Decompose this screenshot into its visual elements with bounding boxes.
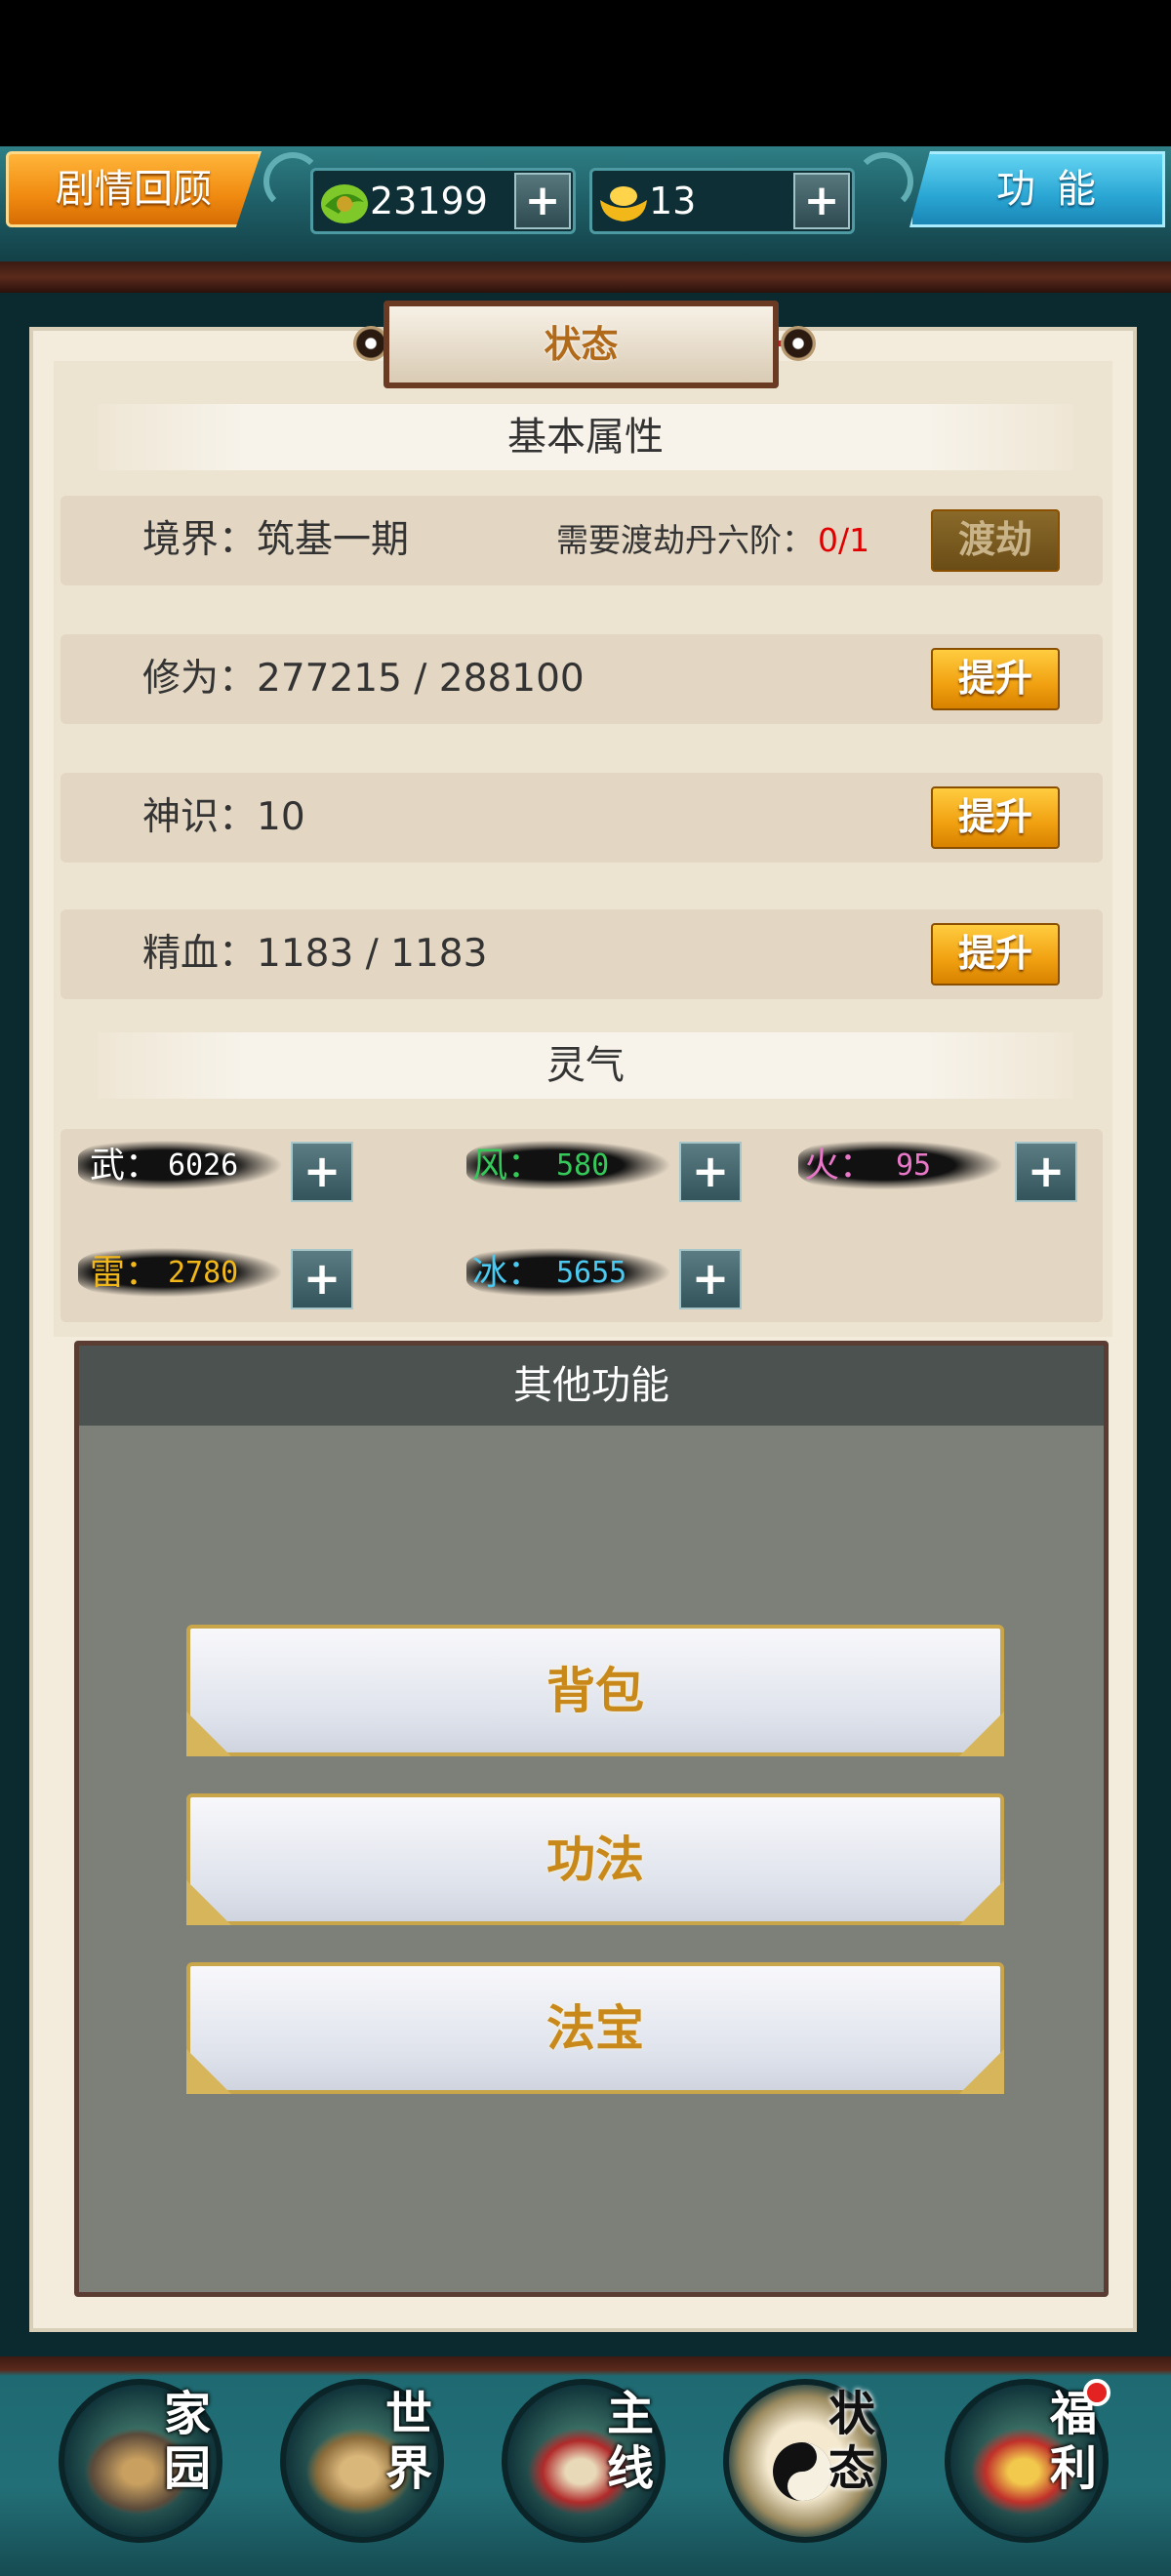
element-name: 雷： xyxy=(90,1253,161,1293)
essence-blood-label: 精血：1183 / 1183 xyxy=(142,932,488,976)
tribulation-button[interactable]: 渡劫 xyxy=(931,509,1060,572)
requirement-text: 需要渡劫丹六阶： xyxy=(556,521,814,559)
nav-welfare-label: 福利 xyxy=(1050,2387,1098,2496)
element-value: 2780 xyxy=(168,1256,239,1290)
nav-mainline-label: 主线 xyxy=(607,2387,655,2496)
ornament-right-icon xyxy=(855,152,913,211)
treasure-button-label: 法宝 xyxy=(546,2000,644,2057)
divine-sense-row: 神识：10 提升 xyxy=(61,773,1103,863)
backpack-button-label: 背包 xyxy=(546,1663,644,1719)
jade-currency: 23199 + xyxy=(310,168,576,234)
cultivation-row: 修为：277215 / 288100 提升 xyxy=(61,634,1103,724)
story-review-button[interactable]: 剧情回顾 xyxy=(6,151,262,227)
nav-home[interactable]: 家园 xyxy=(49,2373,244,2568)
skills-button[interactable]: 功法 xyxy=(186,1793,1004,1925)
element-name: 风： xyxy=(472,1146,544,1186)
add-martial-button[interactable]: + xyxy=(291,1142,353,1202)
add-gold-button[interactable]: + xyxy=(793,173,850,229)
element-value: 580 xyxy=(556,1148,610,1183)
scroll-knob-right-icon xyxy=(781,326,816,361)
basic-attributes-header: 基本属性 xyxy=(98,404,1073,470)
add-jade-button[interactable]: + xyxy=(514,173,571,229)
nav-status-label: 状态 xyxy=(828,2387,876,2496)
spirit-energy-header: 灵气 xyxy=(98,1032,1073,1099)
divine-sense-upgrade-button[interactable]: 提升 xyxy=(931,786,1060,849)
element-value: 5655 xyxy=(556,1256,627,1290)
notification-dot-icon xyxy=(1083,2379,1110,2406)
panel-title: 状态 xyxy=(384,301,779,388)
jade-amount: 23199 xyxy=(370,180,488,222)
essence-blood-row: 精血：1183 / 1183 提升 xyxy=(61,909,1103,999)
treasure-button[interactable]: 法宝 xyxy=(186,1962,1004,2094)
nav-world-label: 世界 xyxy=(385,2387,433,2496)
top-bar-border xyxy=(0,262,1171,293)
element-name: 冰： xyxy=(472,1253,544,1293)
tribulation-requirement: 需要渡劫丹六阶： 0/1 xyxy=(556,496,869,585)
panel-title-text: 状态 xyxy=(544,323,619,366)
cultivation-label: 修为：277215 / 288100 xyxy=(142,657,585,701)
element-name: 火： xyxy=(804,1146,875,1186)
skills-button-label: 功法 xyxy=(546,1831,644,1888)
function-button[interactable]: 功能 xyxy=(909,151,1165,227)
element-value: 95 xyxy=(896,1148,932,1183)
add-ice-button[interactable]: + xyxy=(679,1249,742,1309)
element-value: 6026 xyxy=(168,1148,239,1183)
backpack-button[interactable]: 背包 xyxy=(186,1625,1004,1756)
add-fire-button[interactable]: + xyxy=(1015,1142,1077,1202)
add-thunder-button[interactable]: + xyxy=(291,1249,353,1309)
essence-blood-upgrade-button[interactable]: 提升 xyxy=(931,923,1060,986)
cultivation-upgrade-button[interactable]: 提升 xyxy=(931,648,1060,710)
realm-row: 境界：筑基一期 需要渡劫丹六阶： 0/1 渡劫 xyxy=(61,496,1103,585)
element-name: 武： xyxy=(90,1146,161,1186)
add-wind-button[interactable]: + xyxy=(679,1142,742,1202)
nav-mainline[interactable]: 主线 xyxy=(492,2373,687,2568)
other-functions-header: 其他功能 xyxy=(79,1346,1104,1426)
gold-currency: 13 + xyxy=(589,168,855,234)
nav-status[interactable]: 状态 xyxy=(713,2373,909,2568)
jade-coin-icon xyxy=(321,184,368,223)
gold-amount: 13 xyxy=(649,180,697,222)
nav-world[interactable]: 世界 xyxy=(270,2373,465,2568)
nav-home-label: 家园 xyxy=(164,2387,212,2496)
divine-sense-label: 神识：10 xyxy=(142,795,305,839)
requirement-value: 0/1 xyxy=(818,521,870,559)
status-bar-area xyxy=(0,0,1171,146)
realm-label: 境界：筑基一期 xyxy=(142,518,410,562)
other-functions-panel: 其他功能 背包 功法 法宝 xyxy=(74,1341,1109,2297)
gold-ingot-icon xyxy=(600,186,647,221)
